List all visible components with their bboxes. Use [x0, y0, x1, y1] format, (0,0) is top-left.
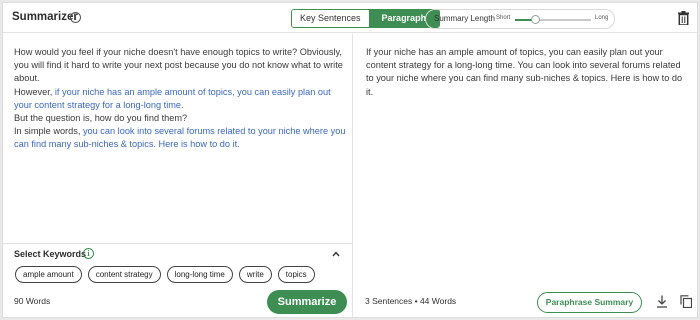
input-text-area[interactable]: How would you feel if your niche doesn't…	[14, 46, 346, 152]
paraphrase-summary-button[interactable]: Paraphrase Summary	[537, 292, 642, 313]
download-icon[interactable]	[656, 295, 668, 308]
slider-thumb[interactable]	[530, 14, 540, 24]
text-segment: How would you feel if your niche doesn't…	[14, 47, 343, 84]
keyword-chip[interactable]: long-long time	[166, 266, 233, 283]
info-icon[interactable]: i	[83, 248, 94, 259]
summary-length-control: Summary Length Short Long	[425, 9, 615, 29]
summary-output-text: If your niche has an ample amount of top…	[366, 47, 683, 97]
text-segment: But the question is, how do you find the…	[14, 113, 188, 124]
input-pane: How would you feel if your niche doesn't…	[3, 34, 353, 317]
info-icon[interactable]: i	[70, 12, 81, 23]
text-segment: However,	[14, 86, 55, 97]
keyword-chip[interactable]: ample amount	[15, 266, 82, 283]
mode-toggle: Key Sentences Paragraph	[291, 9, 441, 28]
page-title: Summarizer	[12, 11, 78, 23]
keyword-chip[interactable]: topics	[277, 266, 315, 283]
word-count: 90 Words	[14, 296, 51, 306]
summarizer-app: Summarizer i Key Sentences Paragraph Sum…	[2, 2, 698, 318]
slider-min-label: Short	[496, 14, 511, 21]
summary-length-label: Summary Length	[434, 14, 495, 23]
text-segment: In simple words,	[14, 126, 83, 137]
summary-stats: 3 Sentences • 44 Words	[365, 296, 457, 306]
output-pane: If your niche has an ample amount of top…	[354, 34, 697, 317]
trash-icon[interactable]	[678, 11, 689, 25]
copy-icon[interactable]	[680, 295, 692, 308]
mode-key-sentences-button[interactable]: Key Sentences	[292, 10, 369, 27]
summary-length-slider[interactable]	[515, 14, 591, 24]
keyword-chips: ample amount content strategy long-long …	[15, 266, 315, 283]
keyword-chip[interactable]: write	[238, 266, 272, 283]
toolbar: Summarizer i Key Sentences Paragraph Sum…	[3, 3, 697, 33]
keywords-title: Select Keywords	[14, 249, 87, 259]
slider-max-label: Long	[595, 14, 609, 21]
chevron-up-icon[interactable]	[332, 250, 340, 258]
summarize-button[interactable]: Summarize	[267, 290, 347, 314]
highlighted-sentence: if your niche has an ample amount of top…	[14, 86, 331, 110]
keyword-chip[interactable]: content strategy	[87, 266, 161, 283]
